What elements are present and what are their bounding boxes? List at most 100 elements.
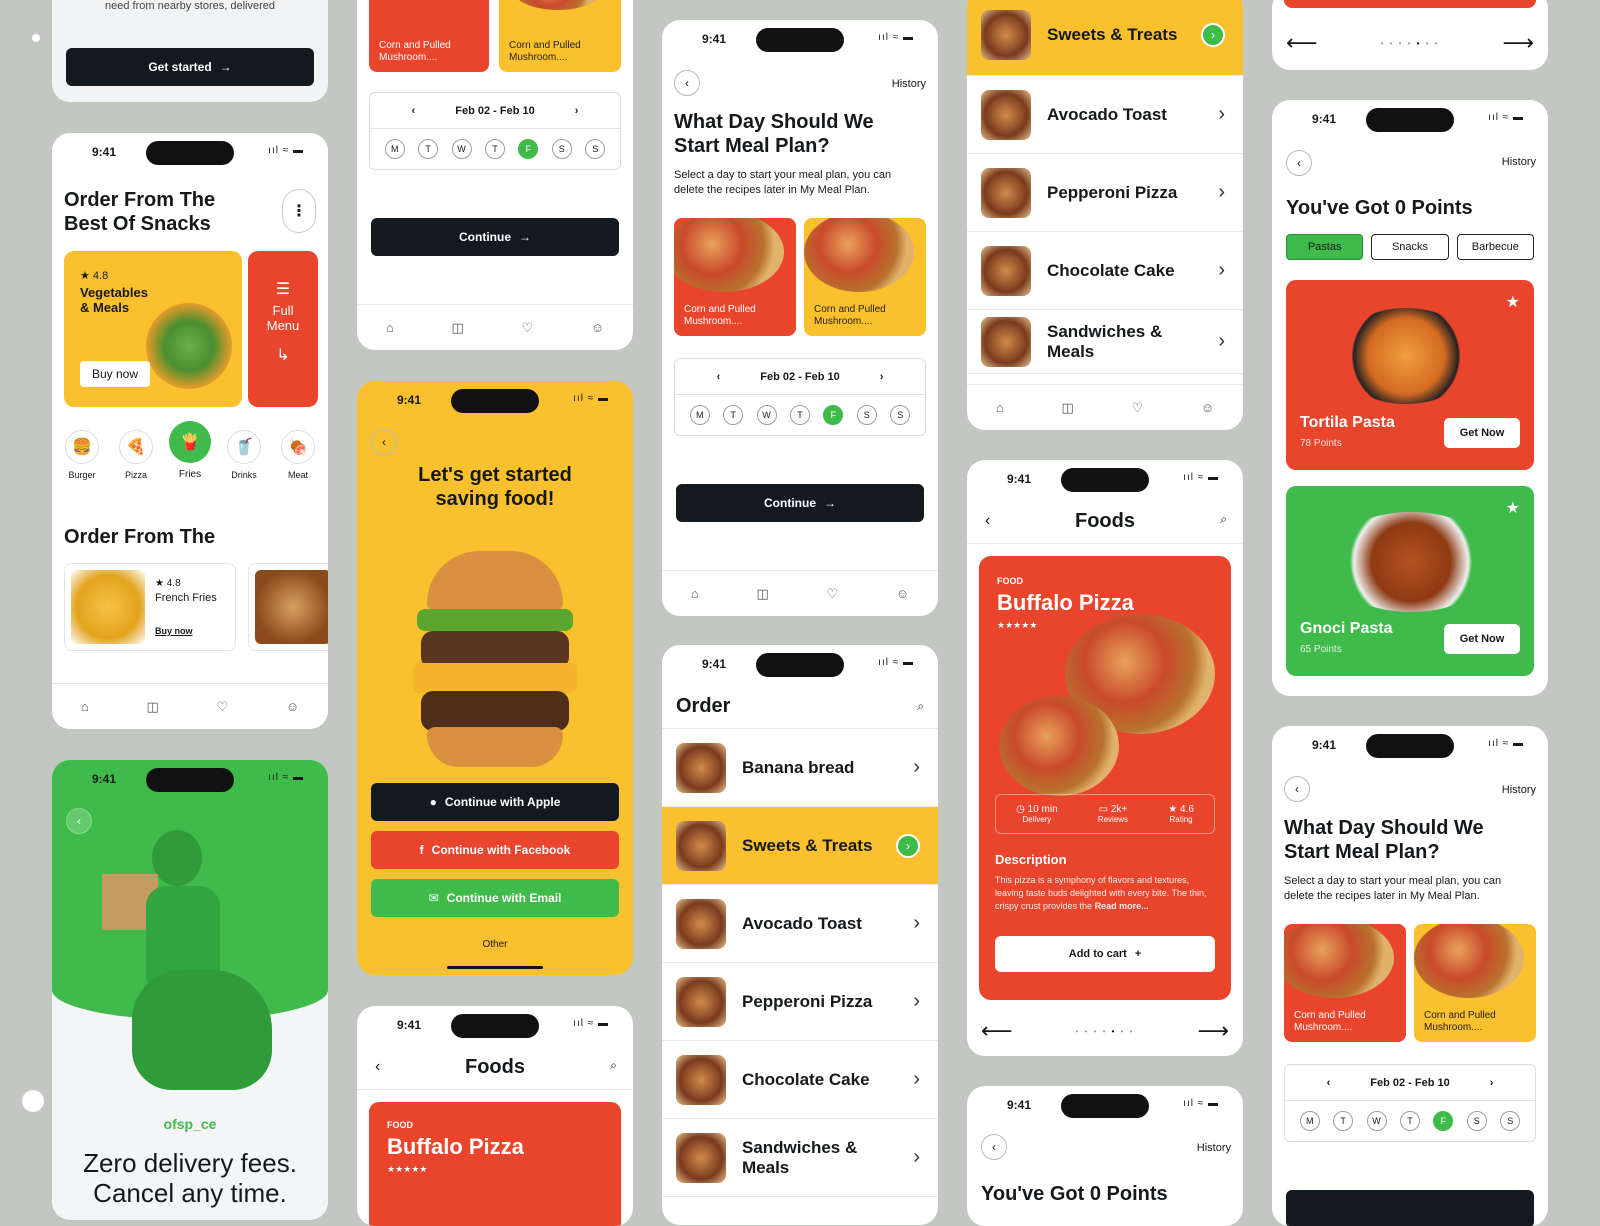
- home-icon[interactable]: ⌂: [996, 400, 1004, 415]
- list-item[interactable]: Chocolate Cake ›: [967, 232, 1243, 310]
- search-icon[interactable]: ⌕: [1220, 512, 1227, 527]
- user-icon[interactable]: ☺: [286, 699, 299, 714]
- list-item[interactable]: Banana bread ›: [662, 729, 938, 807]
- day-button-selected[interactable]: F: [518, 139, 539, 159]
- day-button[interactable]: W: [1366, 1111, 1387, 1131]
- category-burger[interactable]: 🍔 Burger: [60, 429, 104, 480]
- item-buy-link[interactable]: Buy now: [155, 626, 193, 636]
- meal-tile[interactable]: Corn and Pulled Mushroom....: [369, 0, 489, 72]
- user-icon[interactable]: ☺: [1201, 400, 1214, 415]
- history-link[interactable]: History: [1197, 1142, 1231, 1154]
- other-link[interactable]: Other: [357, 939, 633, 950]
- star-icon[interactable]: ★: [1506, 498, 1520, 518]
- list-item[interactable]: Avocado Toast ›: [967, 76, 1243, 154]
- add-to-cart-button[interactable]: Add to cart +: [995, 936, 1215, 972]
- list-item[interactable]: Sandwiches & Meals ›: [967, 310, 1243, 374]
- food-item-card[interactable]: ★ 4.8 French Fries Buy now: [64, 563, 236, 651]
- day-button-selected[interactable]: F: [1433, 1111, 1454, 1131]
- back-button[interactable]: ‹: [1284, 776, 1310, 802]
- search-icon[interactable]: ⌕: [917, 699, 924, 714]
- chip-barbecue[interactable]: Barbecue: [1456, 234, 1534, 260]
- get-now-button[interactable]: Get Now: [1444, 418, 1520, 448]
- bag-icon[interactable]: ◫: [1061, 400, 1073, 416]
- prev-week-button[interactable]: ‹: [717, 371, 721, 383]
- list-item[interactable]: Avocado Toast ›: [662, 885, 938, 963]
- buy-now-button[interactable]: Buy now: [80, 361, 150, 387]
- day-button[interactable]: M: [384, 139, 405, 159]
- continue-apple-button[interactable]: ● Continue with Apple: [371, 783, 619, 821]
- heart-icon[interactable]: ♡: [826, 586, 838, 602]
- star-icon[interactable]: ★: [1506, 292, 1520, 312]
- meal-tile[interactable]: Corn and Pulled Mushroom....: [1414, 924, 1536, 1042]
- back-button[interactable]: ‹: [66, 808, 92, 834]
- promo-card[interactable]: ★ 4.8 Vegetables & Meals Buy now: [64, 251, 242, 407]
- meal-tile[interactable]: Corn and Pulled Mushroom....: [1284, 924, 1406, 1042]
- category-fries[interactable]: 🍟 Fries: [168, 421, 212, 480]
- meal-tile[interactable]: Corn and Pulled Mushroom....: [804, 218, 926, 336]
- prev-week-button[interactable]: ‹: [412, 105, 416, 117]
- day-button[interactable]: T: [484, 139, 505, 159]
- get-now-button[interactable]: Get Now: [1444, 624, 1520, 654]
- user-icon[interactable]: ☺: [591, 320, 604, 335]
- meal-tile[interactable]: Corn and Pulled Mushroom....: [499, 0, 621, 72]
- next-week-button[interactable]: ›: [1490, 1077, 1494, 1089]
- day-button[interactable]: W: [451, 139, 472, 159]
- continue-button[interactable]: Continue →: [676, 484, 924, 522]
- back-button[interactable]: ‹: [674, 70, 700, 96]
- search-icon[interactable]: ⌕: [610, 1058, 617, 1073]
- next-week-button[interactable]: ›: [575, 105, 579, 117]
- list-item[interactable]: Pepperoni Pizza ›: [662, 963, 938, 1041]
- day-button[interactable]: S: [551, 139, 572, 159]
- category-meat[interactable]: 🍖 Meat: [276, 429, 320, 480]
- get-started-button[interactable]: Get started →: [66, 48, 314, 86]
- read-more-link[interactable]: Read more...: [1095, 901, 1149, 911]
- day-button[interactable]: T: [418, 139, 439, 159]
- reward-card[interactable]: ★ Gnoci Pasta 65 Points Get Now: [1286, 486, 1534, 676]
- list-item[interactable]: Chocolate Cake ›: [662, 1041, 938, 1119]
- heart-icon[interactable]: ♡: [1131, 400, 1143, 416]
- arrow-left-icon[interactable]: ⟵: [981, 1018, 1013, 1044]
- history-link[interactable]: History: [1502, 784, 1536, 796]
- day-button[interactable]: W: [756, 405, 777, 425]
- reward-card[interactable]: ★ Tortila Pasta 78 Points Get Now: [1286, 280, 1534, 470]
- arrow-right-icon[interactable]: ⟶: [1502, 30, 1534, 56]
- meal-tile[interactable]: Corn and Pulled Mushroom....: [674, 218, 796, 336]
- back-button[interactable]: ‹: [371, 429, 397, 455]
- arrow-right-icon[interactable]: ⟶: [1197, 1018, 1229, 1044]
- home-icon[interactable]: ⌂: [691, 586, 699, 601]
- day-button[interactable]: S: [890, 405, 911, 425]
- day-button[interactable]: T: [789, 405, 810, 425]
- prev-week-button[interactable]: ‹: [1327, 1077, 1331, 1089]
- day-button[interactable]: M: [689, 405, 710, 425]
- list-item[interactable]: Sandwiches & Meals ›: [662, 1119, 938, 1197]
- history-link[interactable]: History: [1502, 156, 1536, 168]
- continue-email-button[interactable]: ✉ Continue with Email: [371, 879, 619, 917]
- day-button[interactable]: S: [1466, 1111, 1487, 1131]
- day-button[interactable]: T: [1399, 1111, 1420, 1131]
- back-button[interactable]: ‹: [981, 1134, 1007, 1160]
- more-menu-button[interactable]: ⋮: [282, 189, 316, 233]
- list-item[interactable]: Pepperoni Pizza ›: [967, 154, 1243, 232]
- home-icon[interactable]: ⌂: [81, 699, 89, 714]
- home-icon[interactable]: ⌂: [386, 320, 394, 335]
- bag-icon[interactable]: ◫: [451, 320, 463, 336]
- list-item-selected[interactable]: Sweets & Treats ›: [662, 807, 938, 885]
- continue-facebook-button[interactable]: f Continue with Facebook: [371, 831, 619, 869]
- bag-icon[interactable]: ◫: [756, 586, 768, 602]
- full-menu-card[interactable]: ☰ Full Menu ↳: [248, 251, 318, 407]
- day-button[interactable]: S: [585, 139, 606, 159]
- chip-snacks[interactable]: Snacks: [1371, 234, 1449, 260]
- day-button[interactable]: M: [1299, 1111, 1320, 1131]
- list-item-selected[interactable]: Sweets & Treats ›: [967, 0, 1243, 76]
- arrow-left-icon[interactable]: ⟵: [1286, 30, 1318, 56]
- day-button[interactable]: S: [1500, 1111, 1521, 1131]
- day-button[interactable]: T: [1333, 1111, 1354, 1131]
- sandwich-card[interactable]: [248, 563, 328, 651]
- bag-icon[interactable]: ◫: [146, 699, 158, 715]
- continue-button[interactable]: [1286, 1190, 1534, 1226]
- continue-button[interactable]: Continue →: [371, 218, 619, 256]
- chip-pastas[interactable]: Pastas: [1286, 234, 1364, 260]
- day-button[interactable]: S: [856, 405, 877, 425]
- day-button-selected[interactable]: F: [823, 405, 844, 425]
- heart-icon[interactable]: ♡: [216, 699, 228, 715]
